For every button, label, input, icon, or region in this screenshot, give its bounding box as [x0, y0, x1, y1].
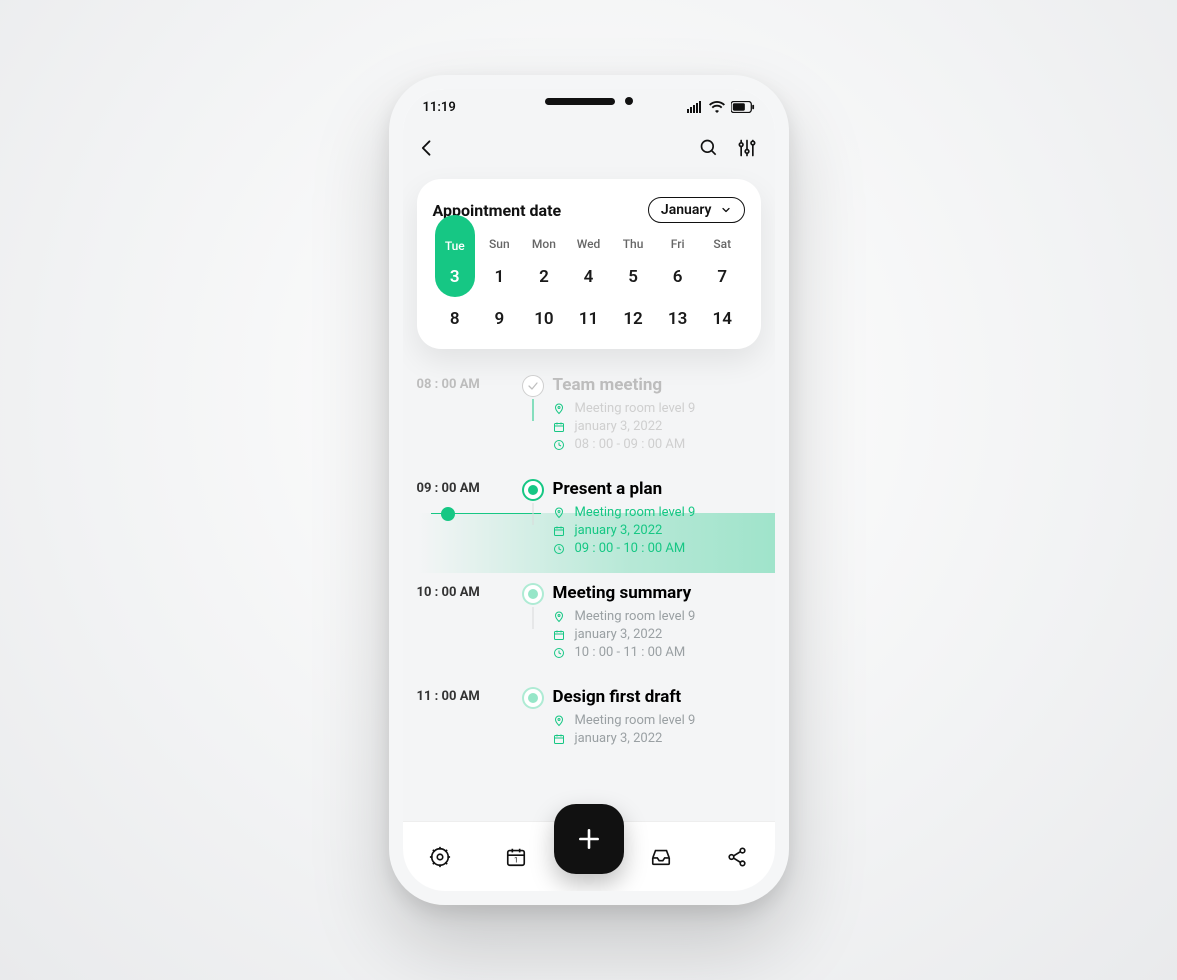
battery-icon — [731, 101, 755, 113]
status-bar: 11:19 — [403, 89, 775, 125]
event-title: Meeting summary — [553, 583, 761, 603]
event-range: 10 : 00 - 11 : 00 AM — [575, 645, 686, 660]
day-number[interactable]: 8 — [433, 303, 478, 335]
day-number[interactable]: 1 — [477, 261, 522, 293]
screen: 11:19 — [403, 89, 775, 891]
calendar-icon — [553, 733, 565, 745]
pin-icon — [553, 507, 565, 519]
time-label: 10 : 00 AM — [417, 583, 513, 600]
day-number[interactable]: 9 — [477, 303, 522, 335]
timeline-row[interactable]: 08 : 00 AM Team meeting Meeting room lev… — [403, 369, 775, 473]
bottom-nav: 1 — [403, 821, 775, 891]
status-upcoming-icon — [522, 583, 544, 605]
event-location: Meeting room level 9 — [575, 401, 696, 416]
month-label: January — [661, 202, 712, 218]
status-active-icon — [522, 479, 544, 501]
event-date: january 3, 2022 — [575, 731, 663, 746]
add-button[interactable] — [554, 804, 624, 874]
clock-icon — [553, 543, 565, 555]
dow: Wed — [566, 237, 611, 251]
nav-share[interactable] — [699, 846, 775, 868]
wifi-icon — [709, 101, 725, 113]
timeline: 08 : 00 AM Team meeting Meeting room lev… — [403, 363, 775, 847]
dow: Tue — [433, 237, 478, 253]
pin-icon — [553, 611, 565, 623]
top-bar — [403, 125, 775, 171]
share-icon — [726, 846, 748, 868]
event-title: Team meeting — [553, 375, 761, 395]
dow: Sat — [700, 237, 745, 251]
gear-icon — [429, 846, 451, 868]
chevron-down-icon — [720, 204, 732, 216]
nav-settings[interactable] — [403, 846, 479, 868]
event-date: january 3, 2022 — [575, 627, 663, 642]
back-button[interactable] — [417, 138, 437, 158]
dow: Thu — [611, 237, 656, 251]
filter-icon[interactable] — [737, 138, 757, 158]
status-upcoming-icon — [522, 687, 544, 709]
clock-icon — [553, 439, 565, 451]
timeline-row[interactable]: 11 : 00 AM Design first draft Meeting ro… — [403, 681, 775, 767]
event-title: Design first draft — [553, 687, 761, 707]
calendar-grid: Sun Mon Tue 3 Wed Thu Fri Sat 1 2 4 5 6 … — [433, 237, 745, 335]
status-time: 11:19 — [423, 100, 456, 115]
event-range: 09 : 00 - 10 : 00 AM — [575, 541, 686, 556]
event-date: january 3, 2022 — [575, 523, 663, 538]
event-location: Meeting room level 9 — [575, 713, 696, 728]
now-indicator — [441, 507, 455, 521]
day-number[interactable]: 12 — [611, 303, 656, 335]
notch — [545, 97, 633, 105]
day-number: 3 — [433, 261, 478, 293]
signal-icon — [687, 101, 703, 113]
svg-text:1: 1 — [514, 855, 518, 864]
pin-icon — [553, 715, 565, 727]
plus-icon — [576, 826, 602, 852]
calendar-card: Appointment date January Sun Mon Tue 3 W… — [417, 179, 761, 349]
event-title: Present a plan — [553, 479, 761, 499]
day-number[interactable]: 4 — [566, 261, 611, 293]
time-label: 09 : 00 AM — [417, 479, 513, 496]
nav-calendar[interactable]: 1 — [478, 846, 554, 868]
inbox-icon — [649, 846, 673, 868]
pin-icon — [553, 403, 565, 415]
event-location: Meeting room level 9 — [575, 505, 696, 520]
nav-inbox[interactable] — [624, 846, 700, 868]
timeline-row[interactable]: 10 : 00 AM Meeting summary Meeting room … — [403, 577, 775, 681]
search-icon[interactable] — [699, 138, 719, 158]
event-date: january 3, 2022 — [575, 419, 663, 434]
calendar-icon — [553, 525, 565, 537]
event-range: 08 : 00 - 09 : 00 AM — [575, 437, 686, 452]
day-number[interactable]: 5 — [611, 261, 656, 293]
day-number[interactable]: 10 — [522, 303, 567, 335]
timeline-row[interactable]: 09 : 00 AM Present a plan Meeting room l… — [403, 473, 775, 577]
day-number[interactable]: 2 — [522, 261, 567, 293]
day-number[interactable]: 6 — [655, 261, 700, 293]
calendar-selected-col[interactable]: Tue 3 — [433, 237, 478, 293]
calendar-nav-icon: 1 — [505, 846, 527, 868]
calendar-icon — [553, 629, 565, 641]
time-label: 11 : 00 AM — [417, 687, 513, 704]
month-selector[interactable]: January — [648, 197, 745, 223]
day-number[interactable]: 7 — [700, 261, 745, 293]
day-number[interactable]: 13 — [655, 303, 700, 335]
dow: Sun — [477, 237, 522, 251]
clock-icon — [553, 647, 565, 659]
day-number[interactable]: 11 — [566, 303, 611, 335]
status-done-icon — [522, 375, 544, 397]
dow: Mon — [522, 237, 567, 251]
day-number[interactable]: 14 — [700, 303, 745, 335]
event-location: Meeting room level 9 — [575, 609, 696, 624]
time-label: 08 : 00 AM — [417, 375, 513, 392]
phone-mockup: 11:19 — [389, 75, 789, 905]
dow: Fri — [655, 237, 700, 251]
calendar-icon — [553, 421, 565, 433]
